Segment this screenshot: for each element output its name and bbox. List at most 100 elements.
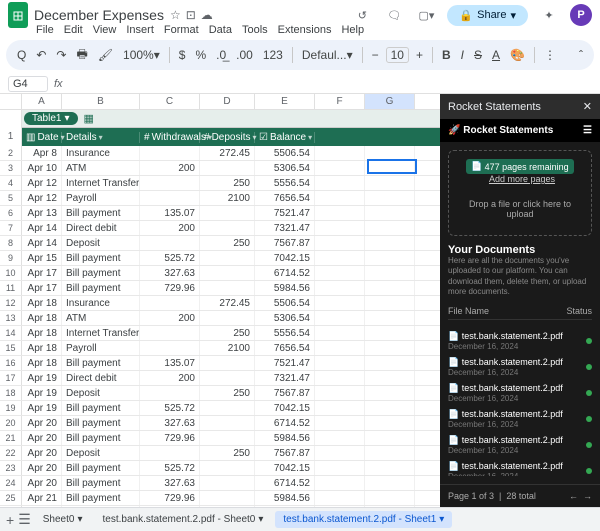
add-sheet-icon[interactable]: + xyxy=(6,512,14,528)
table-row[interactable]: 14Apr 18Internet Transfer2505556.54 xyxy=(0,326,440,341)
table-row[interactable]: 6Apr 13Bill payment135.077521.47 xyxy=(0,206,440,221)
table-row[interactable]: 20Apr 20Bill payment327.636714.52 xyxy=(0,416,440,431)
strike-icon[interactable]: S xyxy=(471,48,485,62)
paint-format-icon[interactable]: 🖌 xyxy=(95,48,116,62)
menu-icon[interactable]: ☰ xyxy=(583,125,592,136)
upload-dropzone[interactable]: 📄 477 pages remainingAdd more pages Drop… xyxy=(448,150,592,236)
history-icon[interactable]: ↺ xyxy=(351,4,373,26)
col-header-F[interactable]: F xyxy=(315,94,365,109)
more-formats-icon[interactable]: 123 xyxy=(260,48,286,62)
decimal-inc-icon[interactable]: .00 xyxy=(233,48,256,62)
document-item[interactable]: 📄 test.bank.statement.2.pdfDecember 16, … xyxy=(448,432,592,458)
table-row[interactable]: 15Apr 18Payroll21007656.54 xyxy=(0,341,440,356)
table-row[interactable]: 19Apr 19Bill payment525.727042.15 xyxy=(0,401,440,416)
table-row[interactable]: 21Apr 20Bill payment729.965984.56 xyxy=(0,431,440,446)
col-withdrawals[interactable]: # Withdrawals▾ xyxy=(140,132,200,143)
col-header-D[interactable]: D xyxy=(200,94,255,109)
col-date[interactable]: ▥ Date▾ xyxy=(22,132,62,143)
print-icon[interactable]: 🖶 xyxy=(73,45,90,66)
move-icon[interactable]: ⊡ xyxy=(186,8,196,22)
add-more-pages-link[interactable]: Add more pages xyxy=(489,174,555,184)
zoom-select[interactable]: 100% ▾ xyxy=(120,48,163,62)
table-row[interactable]: 9Apr 15Bill payment525.727042.15 xyxy=(0,251,440,266)
name-box[interactable]: G4 xyxy=(8,76,48,92)
sheet-tab-2[interactable]: test.bank.statement.2.pdf - Sheet1 ▾ xyxy=(275,511,452,528)
table-row[interactable]: 5Apr 12Payroll21007656.54 xyxy=(0,191,440,206)
table-row[interactable]: 16Apr 18Bill payment135.077521.47 xyxy=(0,356,440,371)
fill-color-icon[interactable]: 🎨 xyxy=(507,48,528,62)
document-item[interactable]: 📄 test.bank.statement.2.pdfDecember 16, … xyxy=(448,354,592,380)
table-row[interactable]: 24Apr 20Bill payment327.636714.52 xyxy=(0,476,440,491)
file-name-col: File Name xyxy=(448,306,489,316)
redo-icon[interactable]: ↷ xyxy=(53,48,69,62)
document-item[interactable]: 📄 test.bank.statement.2.pdfDecember 16, … xyxy=(448,458,592,476)
decimal-dec-icon[interactable]: .0̲ xyxy=(213,48,229,62)
star-icon[interactable]: ☆ xyxy=(170,8,181,22)
sheet-tab-0[interactable]: Sheet0 ▾ xyxy=(35,511,91,528)
undo-icon[interactable]: ↶ xyxy=(33,48,49,62)
prev-page-icon[interactable]: ← xyxy=(569,491,578,501)
comment-icon[interactable]: 🗨 xyxy=(383,4,405,26)
menu-bar: File Edit View Insert Format Data Tools Extensi… xyxy=(0,24,600,36)
document-title[interactable]: December Expenses xyxy=(34,7,164,23)
percent-icon[interactable]: % xyxy=(192,48,209,62)
menu-view[interactable]: View xyxy=(93,24,117,36)
document-item[interactable]: 📄 test.bank.statement.2.pdfDecember 16, … xyxy=(448,406,592,432)
collapse-toolbar-icon[interactable]: ˆ xyxy=(576,48,586,62)
table-row[interactable]: 10Apr 17Bill payment327.636714.52 xyxy=(0,266,440,281)
bold-icon[interactable]: B xyxy=(439,48,454,62)
menu-tools[interactable]: Tools xyxy=(242,24,268,36)
table-row[interactable]: 8Apr 14Deposit2507567.87 xyxy=(0,236,440,251)
italic-icon[interactable]: I xyxy=(458,48,467,62)
table-row[interactable]: 7Apr 14Direct debit2007321.47 xyxy=(0,221,440,236)
pages-remaining: 📄 477 pages remaining xyxy=(466,159,573,174)
cloud-icon[interactable]: ☁ xyxy=(201,8,213,22)
table-chip[interactable]: Table1 ▾ xyxy=(24,112,78,125)
font-dec-icon[interactable]: − xyxy=(369,48,382,62)
menu-extensions[interactable]: Extensions xyxy=(278,24,332,36)
menu-insert[interactable]: Insert xyxy=(126,24,154,36)
avatar[interactable]: P xyxy=(570,4,592,26)
next-page-icon[interactable]: → xyxy=(583,491,592,501)
share-button[interactable]: 🔒Share▾ xyxy=(447,5,528,26)
spreadsheet-grid[interactable]: ABCDEFG Table1 ▾ ▦ 1 ▥ Date▾ Details▾ # … xyxy=(0,94,440,507)
col-header-G[interactable]: G xyxy=(365,94,415,109)
table-row[interactable]: 18Apr 19Deposit2507567.87 xyxy=(0,386,440,401)
table-row[interactable]: 23Apr 20Bill payment525.727042.15 xyxy=(0,461,440,476)
font-select[interactable]: Defaul... ▾ xyxy=(299,48,356,62)
menu-edit[interactable]: Edit xyxy=(64,24,83,36)
col-header-A[interactable]: A xyxy=(22,94,62,109)
close-sidebar-icon[interactable]: ✕ xyxy=(583,100,592,113)
col-header-E[interactable]: E xyxy=(255,94,315,109)
meet-icon[interactable]: ▢▾ xyxy=(415,4,437,26)
table-grid-icon[interactable]: ▦ xyxy=(84,112,94,125)
currency-icon[interactable]: $ xyxy=(176,48,189,62)
menu-format[interactable]: Format xyxy=(164,24,199,36)
col-header-C[interactable]: C xyxy=(140,94,200,109)
menu-file[interactable]: File xyxy=(36,24,54,36)
col-header-B[interactable]: B xyxy=(62,94,140,109)
table-row[interactable]: 25Apr 21Bill payment729.965984.56 xyxy=(0,491,440,506)
table-row[interactable]: 12Apr 18Insurance272.455506.54 xyxy=(0,296,440,311)
document-item[interactable]: 📄 test.bank.statement.2.pdfDecember 16, … xyxy=(448,328,592,354)
toolbar-more-icon[interactable]: ⋮ xyxy=(541,48,559,62)
menu-data[interactable]: Data xyxy=(209,24,232,36)
font-inc-icon[interactable]: + xyxy=(413,48,426,62)
font-size-input[interactable]: 10 xyxy=(386,47,409,63)
text-color-icon[interactable]: A xyxy=(489,48,503,62)
menu-help[interactable]: Help xyxy=(341,24,364,36)
col-balance[interactable]: ☑ Balance▾ xyxy=(255,132,315,143)
search-menus-icon[interactable]: Q xyxy=(14,48,29,62)
col-details[interactable]: Details▾ xyxy=(62,132,140,143)
table-row[interactable]: 22Apr 20Deposit2507567.87 xyxy=(0,446,440,461)
document-item[interactable]: 📄 test.bank.statement.2.pdfDecember 16, … xyxy=(448,380,592,406)
table-row[interactable]: 17Apr 19Direct debit2007321.47 xyxy=(0,371,440,386)
table-row[interactable]: 11Apr 17Bill payment729.965984.56 xyxy=(0,281,440,296)
gemini-icon[interactable]: ✦ xyxy=(538,4,560,26)
table-row[interactable]: 13Apr 18ATM2005306.54 xyxy=(0,311,440,326)
status-dot xyxy=(586,442,592,448)
table-row[interactable]: 26Closing Balance$9,710.87 xyxy=(0,506,440,507)
sheet-tab-1[interactable]: test.bank.statement.2.pdf - Sheet0 ▾ xyxy=(94,511,271,528)
table-row[interactable]: 4Apr 12Internet Transfer2505556.54 xyxy=(0,176,440,191)
all-sheets-icon[interactable]: ☰ xyxy=(18,511,31,528)
